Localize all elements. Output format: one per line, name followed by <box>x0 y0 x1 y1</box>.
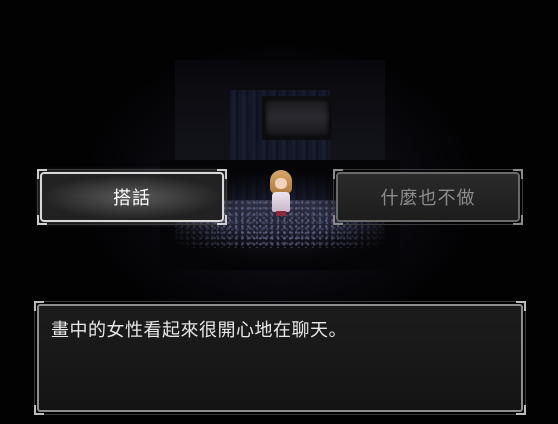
frame-corner <box>217 215 227 225</box>
character-face <box>275 178 287 189</box>
character-legs <box>276 211 286 216</box>
frame-corner <box>217 169 227 179</box>
game-screen: 搭話 什麼也不做 畫中的女性看起來很開心地在聊天。 <box>0 0 558 424</box>
frame-corner <box>516 405 526 415</box>
frame-corner <box>333 169 343 179</box>
choice-do-nothing-label: 什麼也不做 <box>380 188 476 209</box>
frame-corner <box>34 301 44 311</box>
choice-talk-button[interactable]: 搭話 <box>37 169 227 225</box>
player-character-sprite <box>268 170 294 216</box>
frame-corner <box>34 405 44 415</box>
choice-do-nothing-button[interactable]: 什麼也不做 <box>333 169 523 225</box>
frame-corner <box>37 215 47 225</box>
frame-corner <box>516 301 526 311</box>
message-window[interactable]: 畫中的女性看起來很開心地在聊天。 <box>34 301 526 415</box>
frame-corner <box>513 215 523 225</box>
choice-talk-label: 搭話 <box>113 188 151 209</box>
frame-corner <box>513 169 523 179</box>
frame-corner <box>333 215 343 225</box>
wall-painting <box>262 96 332 140</box>
frame-corner <box>37 169 47 179</box>
message-text: 畫中的女性看起來很開心地在聊天。 <box>51 320 347 341</box>
character-dress <box>272 192 290 212</box>
